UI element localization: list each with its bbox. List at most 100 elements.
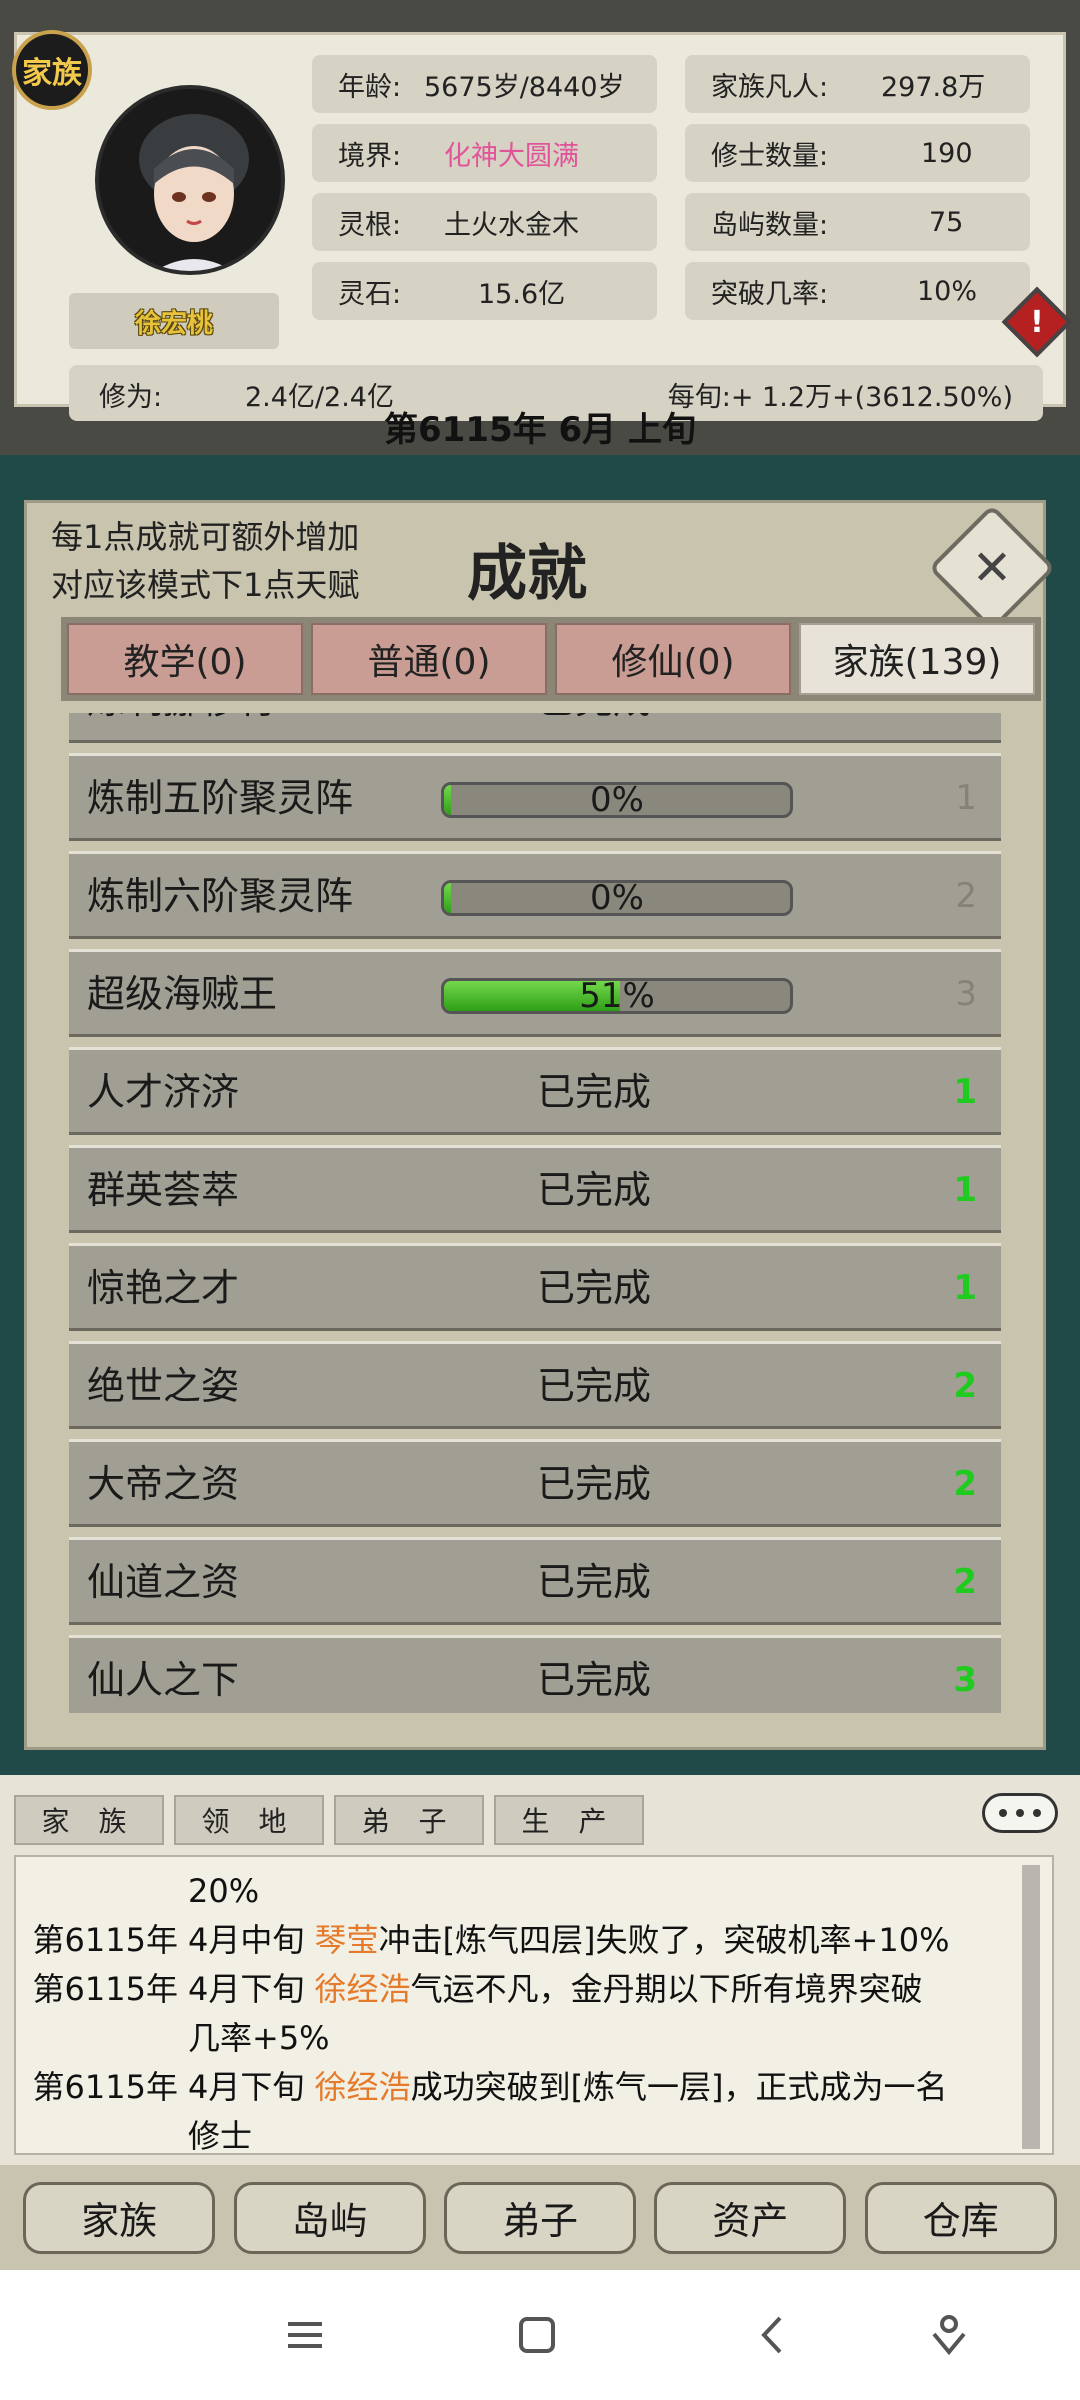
- close-button[interactable]: ✕: [928, 504, 1056, 632]
- achievement-points: 2: [955, 876, 977, 916]
- achievement-status: 已完成: [537, 1168, 652, 1212]
- nav-warehouse-button[interactable]: 仓库: [864, 2181, 1057, 2254]
- log-entry: 20%: [16, 1867, 1002, 1916]
- log-period: 4月中旬: [188, 1921, 315, 1959]
- achievement-row: 仙人之下 已完成 3: [69, 1635, 1001, 1713]
- achievement-row: 仙道之资 已完成 2: [69, 1537, 1001, 1625]
- status-panel: 徐宏桃 年龄: 5675岁/8440岁 境界: 化神大圆满 灵根: 土火水金木 …: [0, 0, 1080, 455]
- achievement-row: 超级海贼王 51% 3: [69, 949, 1001, 1037]
- achievement-status: 已完成: [537, 1070, 652, 1114]
- log-date: [16, 2112, 188, 2161]
- achievement-points: 2: [953, 1366, 977, 1406]
- progress-bar: 0%: [441, 880, 793, 916]
- achievement-row: 人才济济 已完成 1: [69, 1047, 1001, 1135]
- log-date: [16, 2014, 188, 2063]
- tab-normal[interactable]: 普通(0): [311, 623, 547, 695]
- log-entry: 修士: [16, 2112, 1002, 2161]
- event-log-panel: 家 族 领 地 弟 子 生 产 20% 第6115年 4月中旬 琴莹冲击[炼气四…: [0, 1775, 1080, 2165]
- achievement-name: 惊艳之才: [87, 1266, 240, 1310]
- achievement-points: 2: [953, 1464, 977, 1504]
- achievement-row: 炼制六阶聚灵阵 0% 2: [69, 851, 1001, 939]
- event-log[interactable]: 20% 第6115年 4月中旬 琴莹冲击[炼气四层]失败了，突破机率+10% 第…: [14, 1855, 1054, 2155]
- log-tabs: 家 族 领 地 弟 子 生 产: [14, 1795, 644, 1845]
- log-entry: 第6115年 4月中旬 琴莹冲击[炼气四层]失败了，突破机率+10%: [16, 1916, 1002, 1965]
- islands-label: 岛屿数量:: [711, 209, 829, 241]
- log-date: 第6115年: [32, 2068, 178, 2106]
- log-date: [16, 1867, 188, 1916]
- achievement-status: 已完成: [537, 1560, 652, 1604]
- nav-disciples-button[interactable]: 弟子: [443, 2181, 636, 2254]
- dialog-title: 成就: [467, 539, 587, 609]
- cultivators-label: 修士数量:: [711, 140, 829, 172]
- realm-value: 化神大圆满: [444, 140, 579, 172]
- mortals-value: 297.8万: [881, 71, 986, 103]
- log-entry: 第6115年 4月下旬 徐经浩气运不凡，金丹期以下所有境界突破: [16, 1965, 1002, 2014]
- breakthrough-value: 10%: [917, 275, 978, 307]
- mortals-label: 家族凡人:: [711, 71, 829, 103]
- log-period: 4月下旬: [188, 2068, 315, 2106]
- tab-cultivation[interactable]: 修仙(0): [555, 623, 791, 695]
- nav-islands-button[interactable]: 岛屿: [233, 2181, 426, 2254]
- home-icon[interactable]: [512, 2310, 562, 2360]
- status-card: 徐宏桃 年龄: 5675岁/8440岁 境界: 化神大圆满 灵根: 土火水金木 …: [14, 32, 1073, 421]
- log-tab-territory[interactable]: 领 地: [174, 1795, 324, 1845]
- close-icon: ✕: [971, 540, 1013, 596]
- spirit-stone-stat: 灵石: 15.6亿: [312, 262, 657, 320]
- back-icon[interactable]: [748, 2310, 798, 2360]
- achievement-status: 已完成: [537, 1658, 652, 1702]
- breakthrough-label: 突破几率:: [711, 278, 829, 310]
- menu-icon[interactable]: [280, 2310, 330, 2360]
- achievement-list[interactable]: 炼制挪移符 已完成 2 炼制五阶聚灵阵 0% 1 炼制六阶聚灵阵 0% 2 超级…: [69, 713, 1013, 1713]
- log-person-name: 徐经浩: [314, 1970, 411, 2008]
- achievement-dialog: 每1点成就可额外增加 对应该模式下1点天赋 成就 ✕ 教学(0) 普通(0) 修…: [24, 500, 1056, 1750]
- nav-assets-button[interactable]: 资产: [654, 2181, 847, 2254]
- achievement-name: 炼制挪移符: [87, 713, 277, 742]
- nav-family-button[interactable]: 家族: [23, 2181, 216, 2254]
- log-scrollbar[interactable]: [1022, 1865, 1040, 2149]
- log-text: 20%: [188, 1872, 260, 1910]
- log-date: 第6115年: [32, 1970, 178, 2008]
- tab-teaching[interactable]: 教学(0): [67, 623, 303, 695]
- spirit-stone-label: 灵石:: [338, 278, 402, 310]
- realm-label: 境界:: [338, 140, 402, 172]
- achievement-points: 1: [953, 1268, 977, 1308]
- log-person-name: 徐经浩: [314, 2068, 411, 2106]
- achievement-row: 惊艳之才 已完成 1: [69, 1243, 1001, 1331]
- character-avatar[interactable]: [95, 85, 285, 275]
- character-name[interactable]: 徐宏桃: [69, 293, 279, 349]
- tab-family[interactable]: 家族(139): [799, 623, 1035, 695]
- islands-value: 75: [929, 206, 964, 238]
- age-stat: 年龄: 5675岁/8440岁: [312, 55, 657, 113]
- achievement-row: 炼制五阶聚灵阵 0% 1: [69, 753, 1001, 841]
- achievement-status: 已完成: [537, 1364, 652, 1408]
- log-tab-family[interactable]: 家 族: [14, 1795, 164, 1845]
- achievement-name: 炼制六阶聚灵阵: [87, 874, 354, 918]
- achievement-name: 仙道之资: [87, 1560, 240, 1604]
- cultivators-stat: 修士数量: 190: [685, 124, 1030, 182]
- achievement-row: 群英荟萃 已完成 1: [69, 1145, 1001, 1233]
- root-value: 土火水金木: [444, 209, 579, 241]
- achievement-row: 炼制挪移符 已完成 2: [69, 713, 1001, 743]
- achievement-points: 1: [953, 1072, 977, 1112]
- achievement-status: 已完成: [537, 1462, 652, 1506]
- log-tab-production[interactable]: 生 产: [494, 1795, 644, 1845]
- achievement-points: 2: [953, 713, 977, 742]
- achievement-name: 炼制五阶聚灵阵: [87, 776, 354, 820]
- achievement-name: 仙人之下: [87, 1658, 240, 1702]
- bottom-navigation: 家族 岛屿 弟子 资产 仓库: [0, 2165, 1080, 2270]
- achievement-points: 3: [953, 1660, 977, 1700]
- log-tab-disciples[interactable]: 弟 子: [334, 1795, 484, 1845]
- assistant-icon[interactable]: [924, 2310, 974, 2360]
- cloud-icon[interactable]: [982, 1793, 1058, 1833]
- age-label: 年龄:: [338, 71, 402, 103]
- log-text: 修士: [188, 2117, 253, 2155]
- achievement-tabs: 教学(0) 普通(0) 修仙(0) 家族(139): [61, 617, 1041, 701]
- progress-percent: 51%: [579, 978, 655, 1014]
- description-line-2: 对应该模式下1点天赋: [51, 566, 360, 604]
- achievement-name: 绝世之姿: [87, 1364, 240, 1408]
- achievement-points: 1: [953, 1170, 977, 1210]
- family-badge[interactable]: 家族: [12, 30, 92, 110]
- islands-stat: 岛屿数量: 75: [685, 193, 1030, 251]
- achievement-row: 绝世之姿 已完成 2: [69, 1341, 1001, 1429]
- log-text: 几率+5%: [188, 2019, 330, 2057]
